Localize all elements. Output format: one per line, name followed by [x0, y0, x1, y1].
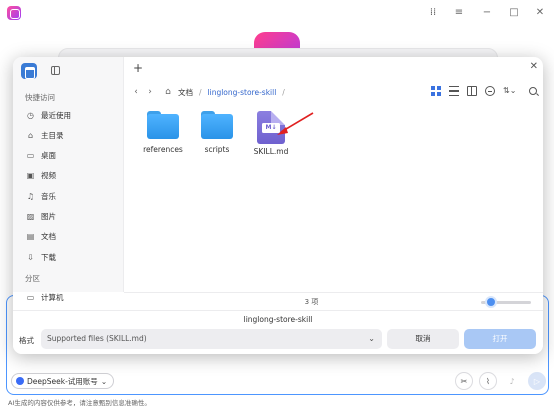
sidebar-item[interactable]: ⌂ 主目录 [21, 126, 121, 144]
music-icon: ♫ [26, 191, 35, 201]
model-selector-label: DeepSeek-试用账号 [27, 376, 98, 386]
computer-icon: ▭ [26, 292, 35, 302]
file-name: SKILL.md [253, 147, 289, 156]
maximize-icon[interactable]: □ [508, 7, 520, 19]
paperclip-icon: ⌇ [486, 376, 490, 386]
file-item-references[interactable]: references [138, 111, 188, 154]
list-view-icon[interactable] [449, 86, 459, 96]
home-icon: ⌂ [27, 130, 34, 140]
search-icon[interactable] [529, 87, 537, 95]
sidebar-item[interactable]: ▣ 视频 [21, 167, 121, 185]
sidebar-item[interactable]: ♫ 音乐 [21, 187, 121, 205]
sidebar-item-label: 下载 [41, 252, 56, 262]
chevron-down-icon: ⌄ [100, 376, 108, 386]
sidebar-item-label: 文档 [41, 232, 56, 242]
zoom-slider-handle[interactable] [485, 296, 497, 308]
clock-icon: ◷ [27, 110, 34, 120]
model-selector[interactable]: DeepSeek-试用账号 ⌄ [11, 373, 115, 389]
open-button[interactable]: 打开 [464, 329, 536, 349]
download-icon: ⇩ [27, 252, 34, 262]
breadcrumb-separator: / [199, 87, 202, 97]
folder-icon [147, 111, 179, 139]
app-logo-icon [7, 6, 21, 20]
cancel-button[interactable]: 取消 [387, 329, 459, 349]
dialog-close-button[interactable]: ✕ [530, 61, 538, 72]
sidebar-item-label: 计算机 [41, 292, 64, 302]
desktop-icon: ▭ [26, 151, 35, 161]
sort-icon[interactable]: ⇅⌄ [503, 86, 521, 96]
file-name: scripts [204, 145, 230, 154]
format-label: 格式 [19, 336, 34, 345]
microphone-icon: ♪ [509, 376, 515, 386]
sidebar-item-label: 图片 [41, 212, 56, 221]
breadcrumb-current[interactable]: linglong-store-skill [208, 88, 277, 97]
sidebar-item-label: 最近使用 [41, 110, 71, 120]
file-item-scripts[interactable]: scripts [192, 111, 242, 154]
sidebar-item-label: 视频 [41, 171, 56, 181]
sidebar-item-label: 桌面 [41, 151, 56, 161]
tree-view-icon[interactable] [467, 86, 477, 96]
file-manager-icon [21, 63, 37, 79]
dialog-sidebar: 快捷访问 ◷ 最近使用 ⌂ 主目录 ▭ 桌面 ▣ 视频 ♫ 音乐 ▨ 图片 ▤ 文档 ⇩ 下载 分区 [13, 57, 124, 292]
sidebar-toggle-icon[interactable] [51, 66, 60, 75]
app-titlebar: ⁞⁞ ≡ − □ ✕ [0, 0, 554, 28]
voice-button[interactable]: ♪ [503, 372, 521, 390]
sidebar-item-label: 音乐 [41, 191, 56, 201]
sidebar-item-label: 主目录 [41, 130, 64, 140]
ai-disclaimer: AI生成的内容仅供参考，请注意甄别信息准确性。 [8, 399, 151, 407]
deepseek-icon [16, 377, 24, 385]
grid-view-icon[interactable] [431, 86, 441, 96]
home-breadcrumb-icon[interactable]: ⌂ [161, 87, 175, 97]
new-tab-button[interactable]: + [133, 61, 143, 75]
dialog-footer: linglong-store-skill 格式 Supported files … [13, 310, 543, 354]
tools-button[interactable]: ✂ [455, 372, 473, 390]
status-bar: 3 项 [124, 292, 543, 310]
chevron-down-icon: ⌄ [368, 334, 375, 343]
breadcrumb-separator: / [282, 87, 285, 97]
sidebar-item[interactable]: ◷ 最近使用 [21, 106, 121, 124]
forward-arrow-icon[interactable]: › [143, 87, 157, 97]
navigation-bar: ‹ › ⌂ 文档 / linglong-store-skill / ⇅⌄ [124, 81, 543, 103]
red-arrow-annotation [277, 112, 314, 135]
file-name: references [143, 145, 183, 154]
view-controls: ⇅⌄ [431, 86, 537, 96]
close-window-icon[interactable]: ✕ [534, 7, 546, 19]
tools-icon: ✂ [460, 376, 468, 386]
item-count: 3 项 [304, 298, 319, 306]
sidebar-item-computer[interactable]: ▭ 计算机 [21, 288, 121, 306]
attach-button[interactable]: ⌇ [479, 372, 497, 390]
dialog-toolbar: + ✕ [124, 57, 543, 81]
folder-icon [201, 111, 233, 139]
menu-icon[interactable]: ≡ [453, 7, 465, 19]
sidebar-item[interactable]: ⇩ 下载 [21, 248, 121, 266]
minimize-icon[interactable]: − [481, 7, 493, 19]
file-format-value: Supported files (SKILL.md) [47, 334, 147, 343]
video-icon: ▣ [26, 171, 35, 181]
quick-access-heading: 快捷访问 [25, 93, 55, 102]
sidebar-header [13, 57, 124, 85]
send-icon: ▷ [533, 376, 541, 386]
document-icon: ▤ [26, 232, 35, 242]
sidebar-item[interactable]: ▤ 文档 [21, 228, 121, 246]
preview-toggle-icon[interactable] [485, 86, 495, 96]
file-format-select[interactable]: Supported files (SKILL.md) ⌄ [41, 329, 382, 349]
file-open-dialog: 快捷访问 ◷ 最近使用 ⌂ 主目录 ▭ 桌面 ▣ 视频 ♫ 音乐 ▨ 图片 ▤ 文档 ⇩ 下载 分区 ▭ 计算… [13, 57, 543, 354]
sidebar-item[interactable]: ▨ 图片 [21, 208, 121, 226]
file-view: references scripts M↓ SKILL.md [124, 103, 543, 292]
image-icon: ▨ [26, 212, 35, 221]
send-button[interactable]: ▷ [528, 372, 546, 390]
current-folder-title: linglong-store-skill [243, 315, 313, 324]
breadcrumb-documents[interactable]: 文档 [178, 87, 193, 98]
equalizer-icon[interactable]: ⁞⁞ [427, 7, 439, 19]
partition-heading: 分区 [25, 274, 40, 283]
sidebar-item[interactable]: ▭ 桌面 [21, 147, 121, 165]
back-arrow-icon[interactable]: ‹ [129, 87, 143, 97]
